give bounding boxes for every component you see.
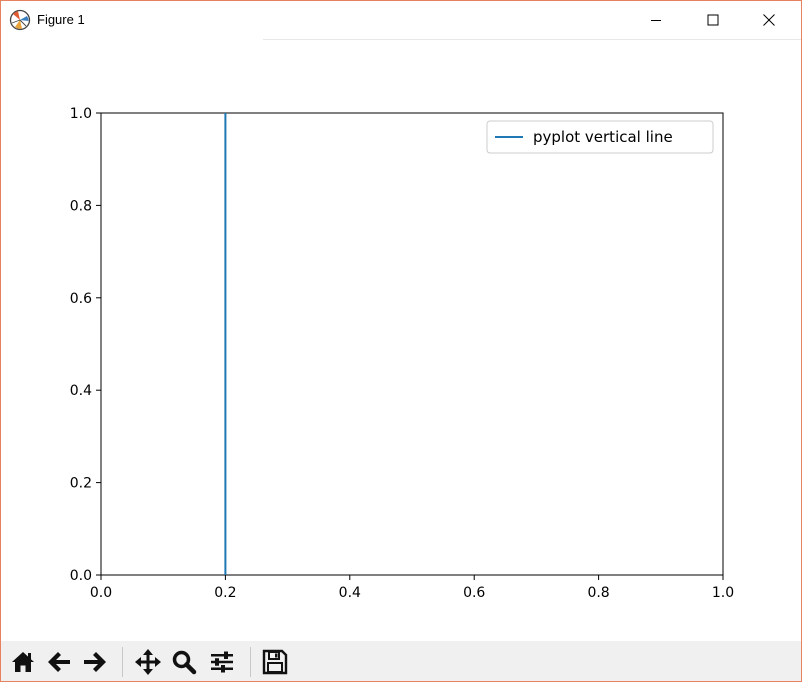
close-button[interactable] (746, 1, 792, 39)
back-arrow-icon (48, 652, 70, 672)
y-tick-label: 0.2 (70, 476, 92, 492)
home-button[interactable] (7, 645, 39, 679)
x-tick-label: 0.8 (587, 585, 609, 601)
forward-arrow-icon (84, 652, 106, 672)
y-tick-label: 1.0 (70, 106, 92, 122)
zoom-magnifier-icon (172, 650, 197, 675)
figure-window: Figure 1 0.0 0.2 0.4 0.6 0.8 1.0 0.0 0.2 0.4 0.6 0… (0, 0, 802, 682)
zoom-button[interactable] (168, 645, 200, 679)
y-tick-label: 0.6 (70, 291, 92, 307)
minimize-button[interactable] (633, 1, 679, 39)
legend-label: pyplot vertical line (533, 128, 673, 146)
x-tick-label: 0.6 (463, 585, 485, 601)
maximize-button[interactable] (690, 1, 736, 39)
toolbar-separator (250, 647, 251, 677)
back-button[interactable] (43, 645, 75, 679)
pan-move-icon (135, 649, 161, 675)
x-tick-label: 0.2 (214, 585, 236, 601)
window-title: Figure 1 (37, 12, 85, 27)
navigation-toolbar (1, 641, 801, 681)
y-tick-label: 0.4 (70, 383, 92, 399)
minimize-icon (651, 20, 661, 21)
maximize-icon (707, 14, 719, 26)
axes-frame (100, 112, 724, 576)
configure-subplots-button[interactable] (206, 645, 238, 679)
plot-area[interactable]: 0.0 0.2 0.4 0.6 0.8 1.0 0.0 0.2 0.4 0.6 0.8 1.0 pypl… (1, 40, 801, 641)
close-icon (763, 14, 775, 26)
pan-button[interactable] (132, 645, 164, 679)
save-button[interactable] (259, 645, 291, 679)
figure-canvas[interactable]: 0.0 0.2 0.4 0.6 0.8 1.0 0.0 0.2 0.4 0.6 0.8 1.0 pypl… (1, 40, 801, 641)
x-tick-label: 0.4 (339, 585, 361, 601)
matplotlib-logo-icon (9, 9, 31, 31)
y-tick-label: 0.8 (70, 198, 92, 214)
title-bar: Figure 1 (1, 1, 801, 39)
x-tick-label: 1.0 (712, 585, 734, 601)
configure-subplots-icon (211, 651, 233, 673)
home-icon (12, 652, 34, 672)
x-tick-label: 0.0 (90, 585, 112, 601)
toolbar-separator (122, 647, 123, 677)
y-tick-label: 0.0 (70, 568, 92, 584)
save-floppy-icon (262, 649, 288, 675)
forward-button[interactable] (79, 645, 111, 679)
